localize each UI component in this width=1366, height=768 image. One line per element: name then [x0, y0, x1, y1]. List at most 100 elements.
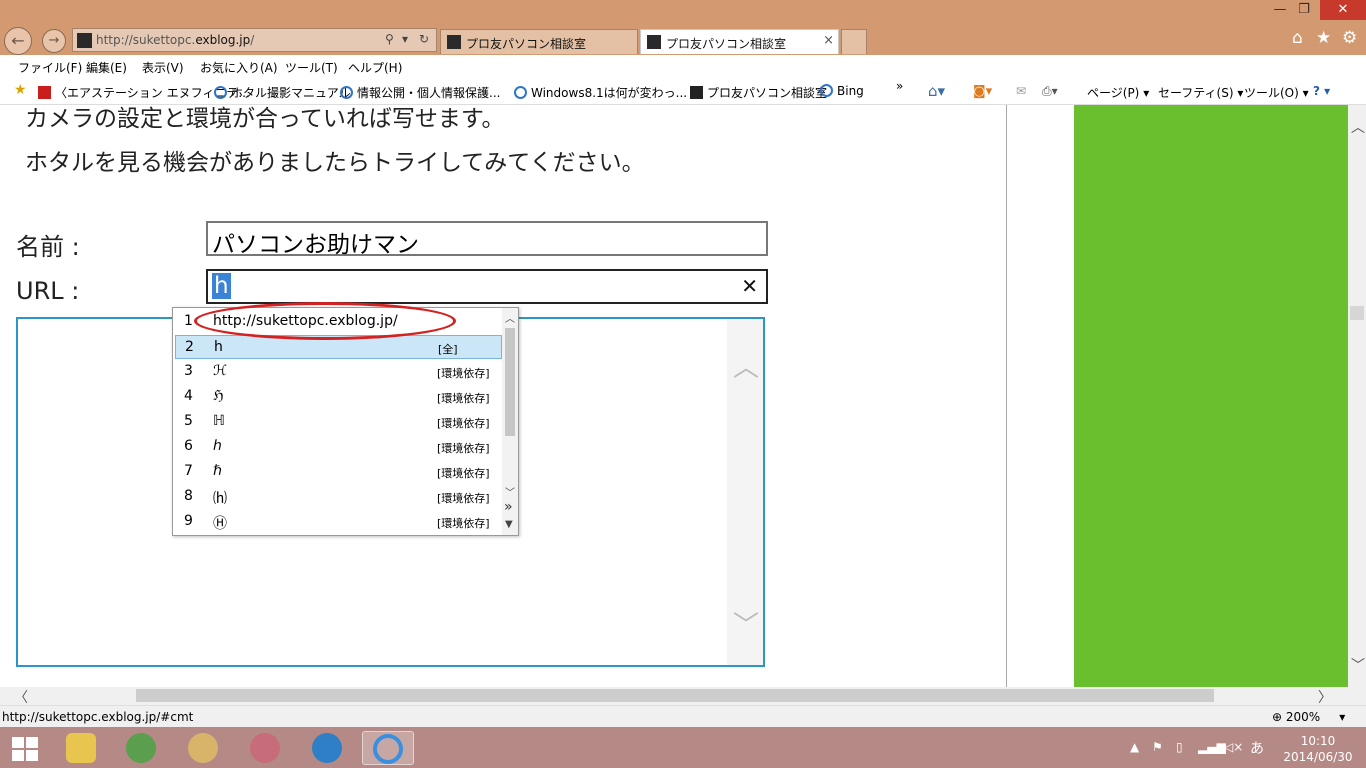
menu-file[interactable]: ファイル(F): [18, 59, 82, 76]
help-icon[interactable]: ? ▾: [1313, 84, 1330, 98]
minimize-button[interactable]: —: [1270, 0, 1290, 20]
menu-favorites[interactable]: お気に入り(A): [200, 59, 278, 76]
clear-icon[interactable]: ✕: [741, 274, 758, 298]
menu-tools[interactable]: ツール(T): [285, 59, 338, 76]
read-mail-icon[interactable]: ✉: [1016, 84, 1026, 98]
favorites-star-icon[interactable]: ★: [1316, 28, 1331, 48]
menu-view[interactable]: 表示(V): [142, 59, 184, 76]
favorite-link-3[interactable]: 情報公開・個人情報保護...: [340, 84, 500, 101]
internet-explorer-taskbar-button[interactable]: [362, 731, 414, 765]
chevron-up-icon[interactable]: ︿: [733, 347, 759, 384]
home-command-icon[interactable]: ⌂▾: [928, 82, 945, 100]
textarea-scrollbar[interactable]: ︿ ﹀: [727, 319, 763, 665]
app-taskbar-button-2[interactable]: [116, 731, 168, 765]
favorites-center-star-icon[interactable]: ★: [14, 82, 27, 98]
forward-button[interactable]: →: [42, 29, 66, 53]
safety-menu[interactable]: セーフティ(S) ▾: [1158, 84, 1243, 101]
snipping-tool-taskbar-button[interactable]: [240, 731, 292, 765]
candidate-3[interactable]: 3 ℋ [環境依存]: [175, 360, 502, 384]
print-icon[interactable]: ⎙▾: [1042, 84, 1058, 99]
back-button[interactable]: ←: [4, 27, 32, 55]
candidate-9[interactable]: 9 Ⓗ [環境依存]: [175, 510, 502, 534]
page-menu[interactable]: ページ(P) ▾: [1087, 84, 1149, 101]
new-tab-button[interactable]: [841, 29, 867, 54]
search-icon[interactable]: ⚲: [385, 32, 394, 46]
clock[interactable]: 10:10 2014/06/30: [1278, 733, 1358, 765]
page-horizontal-scrollbar[interactable]: 〈 〉: [0, 687, 1366, 707]
action-center-flag-icon[interactable]: ⚑: [1152, 740, 1163, 754]
scissors-icon: [250, 733, 280, 763]
candidate-7[interactable]: 7 ℏ [環境依存]: [175, 460, 502, 484]
favorite-link-2[interactable]: ホタル撮影マニュアル: [214, 84, 351, 101]
home-icon[interactable]: ⌂: [1292, 28, 1303, 48]
recycle-app-icon: [126, 733, 156, 763]
ime-mode-indicator[interactable]: あ: [1250, 738, 1264, 758]
favorite-link-5[interactable]: プロ友パソコン相談室: [690, 84, 827, 101]
ime-candidate-list[interactable]: 1 http://sukettopc.exblog.jp/ 2 h [全] 3 ℋ [環境…: [172, 307, 519, 536]
chevron-down-icon[interactable]: ﹀: [733, 605, 759, 642]
url-field[interactable]: h ✕: [206, 269, 768, 304]
candidate-4[interactable]: 4 ℌ [環境依存]: [175, 385, 502, 409]
app-taskbar-button-5[interactable]: [302, 731, 354, 765]
swirl-app-icon: [312, 733, 342, 763]
candidate-scroll-thumb[interactable]: [505, 328, 515, 436]
paint-taskbar-button[interactable]: [178, 731, 230, 765]
red-highlight-ellipse: [194, 302, 456, 340]
tab-2-active[interactable]: プロ友パソコン相談室 ×: [640, 29, 839, 54]
tab-1[interactable]: プロ友パソコン相談室: [440, 29, 638, 54]
refresh-icon[interactable]: ↻: [419, 32, 429, 46]
zoom-dropdown-icon[interactable]: ▾: [1339, 710, 1345, 724]
address-url[interactable]: http://sukettopc.exblog.jp/: [96, 33, 254, 47]
zoom-control[interactable]: ⊕ 200% ▾: [1272, 710, 1345, 724]
paint-palette-icon: [188, 733, 218, 763]
favorite-link-4[interactable]: Windows8.1は何が変わっ...: [514, 84, 687, 101]
site-favicon: [690, 86, 703, 99]
url-value: h: [212, 273, 231, 299]
settings-gear-icon[interactable]: ⚙: [1342, 28, 1357, 48]
name-field[interactable]: パソコンお助けマン: [206, 221, 768, 258]
favorites-bar: ★ 〈エアステーション エヌフィニテ... ホタル撮影マニュアル 情報公開・個人…: [0, 79, 1366, 105]
restore-button[interactable]: ❐: [1294, 0, 1314, 20]
scroll-down-arrow-icon[interactable]: ▼: [505, 519, 513, 530]
windows-logo-icon: [12, 737, 24, 748]
tab-close-icon[interactable]: ×: [823, 33, 834, 48]
chevron-right-icon[interactable]: 〉: [1318, 687, 1332, 707]
chevron-up-icon[interactable]: ︿: [1351, 117, 1365, 137]
tab-favicon: [447, 35, 461, 49]
show-hidden-icons-chevron[interactable]: ▲: [1130, 740, 1139, 754]
vertical-scroll-thumb[interactable]: [1350, 306, 1364, 320]
title-bar: — ❐ ✕ ← → http://sukettopc.exblog.jp/ ⚲ …: [0, 0, 1366, 55]
page-vertical-scrollbar[interactable]: ︿ ﹀: [1348, 105, 1366, 687]
tab-title: プロ友パソコン相談室: [666, 37, 787, 51]
favorite-link-6[interactable]: Bing: [820, 84, 864, 98]
favorites-more-chevron[interactable]: »: [896, 79, 903, 93]
address-dropdown-icon[interactable]: ▾: [402, 32, 408, 46]
close-window-button[interactable]: ✕: [1320, 0, 1366, 20]
ie-page-icon: [340, 86, 353, 99]
clock-date: 2014/06/30: [1283, 750, 1353, 764]
folder-icon: [66, 733, 96, 763]
candidate-5[interactable]: 5 ℍ [環境依存]: [175, 410, 502, 434]
zoom-icon: ⊕: [1272, 710, 1283, 724]
chevron-down-icon[interactable]: ﹀: [505, 484, 515, 499]
candidate-6[interactable]: 6 ℎ [環境依存]: [175, 435, 502, 459]
tools-command-menu[interactable]: ツール(O) ▾: [1244, 84, 1309, 101]
chevron-up-icon[interactable]: ︿: [505, 310, 515, 325]
horizontal-scroll-thumb[interactable]: [136, 689, 1214, 702]
network-signal-icon[interactable]: ▂▄▆: [1198, 740, 1226, 754]
file-explorer-taskbar-button[interactable]: [56, 731, 108, 765]
expand-candidates-chevron[interactable]: »: [504, 499, 513, 515]
chevron-down-icon[interactable]: ﹀: [1351, 655, 1365, 675]
battery-icon[interactable]: ▯: [1176, 740, 1183, 754]
rss-feed-icon[interactable]: ◙▾: [973, 84, 992, 99]
menu-help[interactable]: ヘルプ(H): [348, 59, 402, 76]
comment-text-line-2: ホタルを見る機会がありましたらトライしてみてください。: [25, 150, 645, 176]
ie-page-icon: [214, 86, 227, 99]
candidate-8[interactable]: 8 ⒣ [環境依存]: [175, 485, 502, 509]
menu-edit[interactable]: 編集(E): [86, 59, 127, 76]
clock-time: 10:10: [1300, 734, 1336, 748]
volume-muted-icon[interactable]: ◁×: [1224, 740, 1243, 754]
ie-icon: [373, 734, 403, 764]
chevron-left-icon[interactable]: 〈: [14, 687, 28, 707]
address-bar[interactable]: http://sukettopc.exblog.jp/ ⚲ ▾ ↻: [72, 28, 437, 52]
